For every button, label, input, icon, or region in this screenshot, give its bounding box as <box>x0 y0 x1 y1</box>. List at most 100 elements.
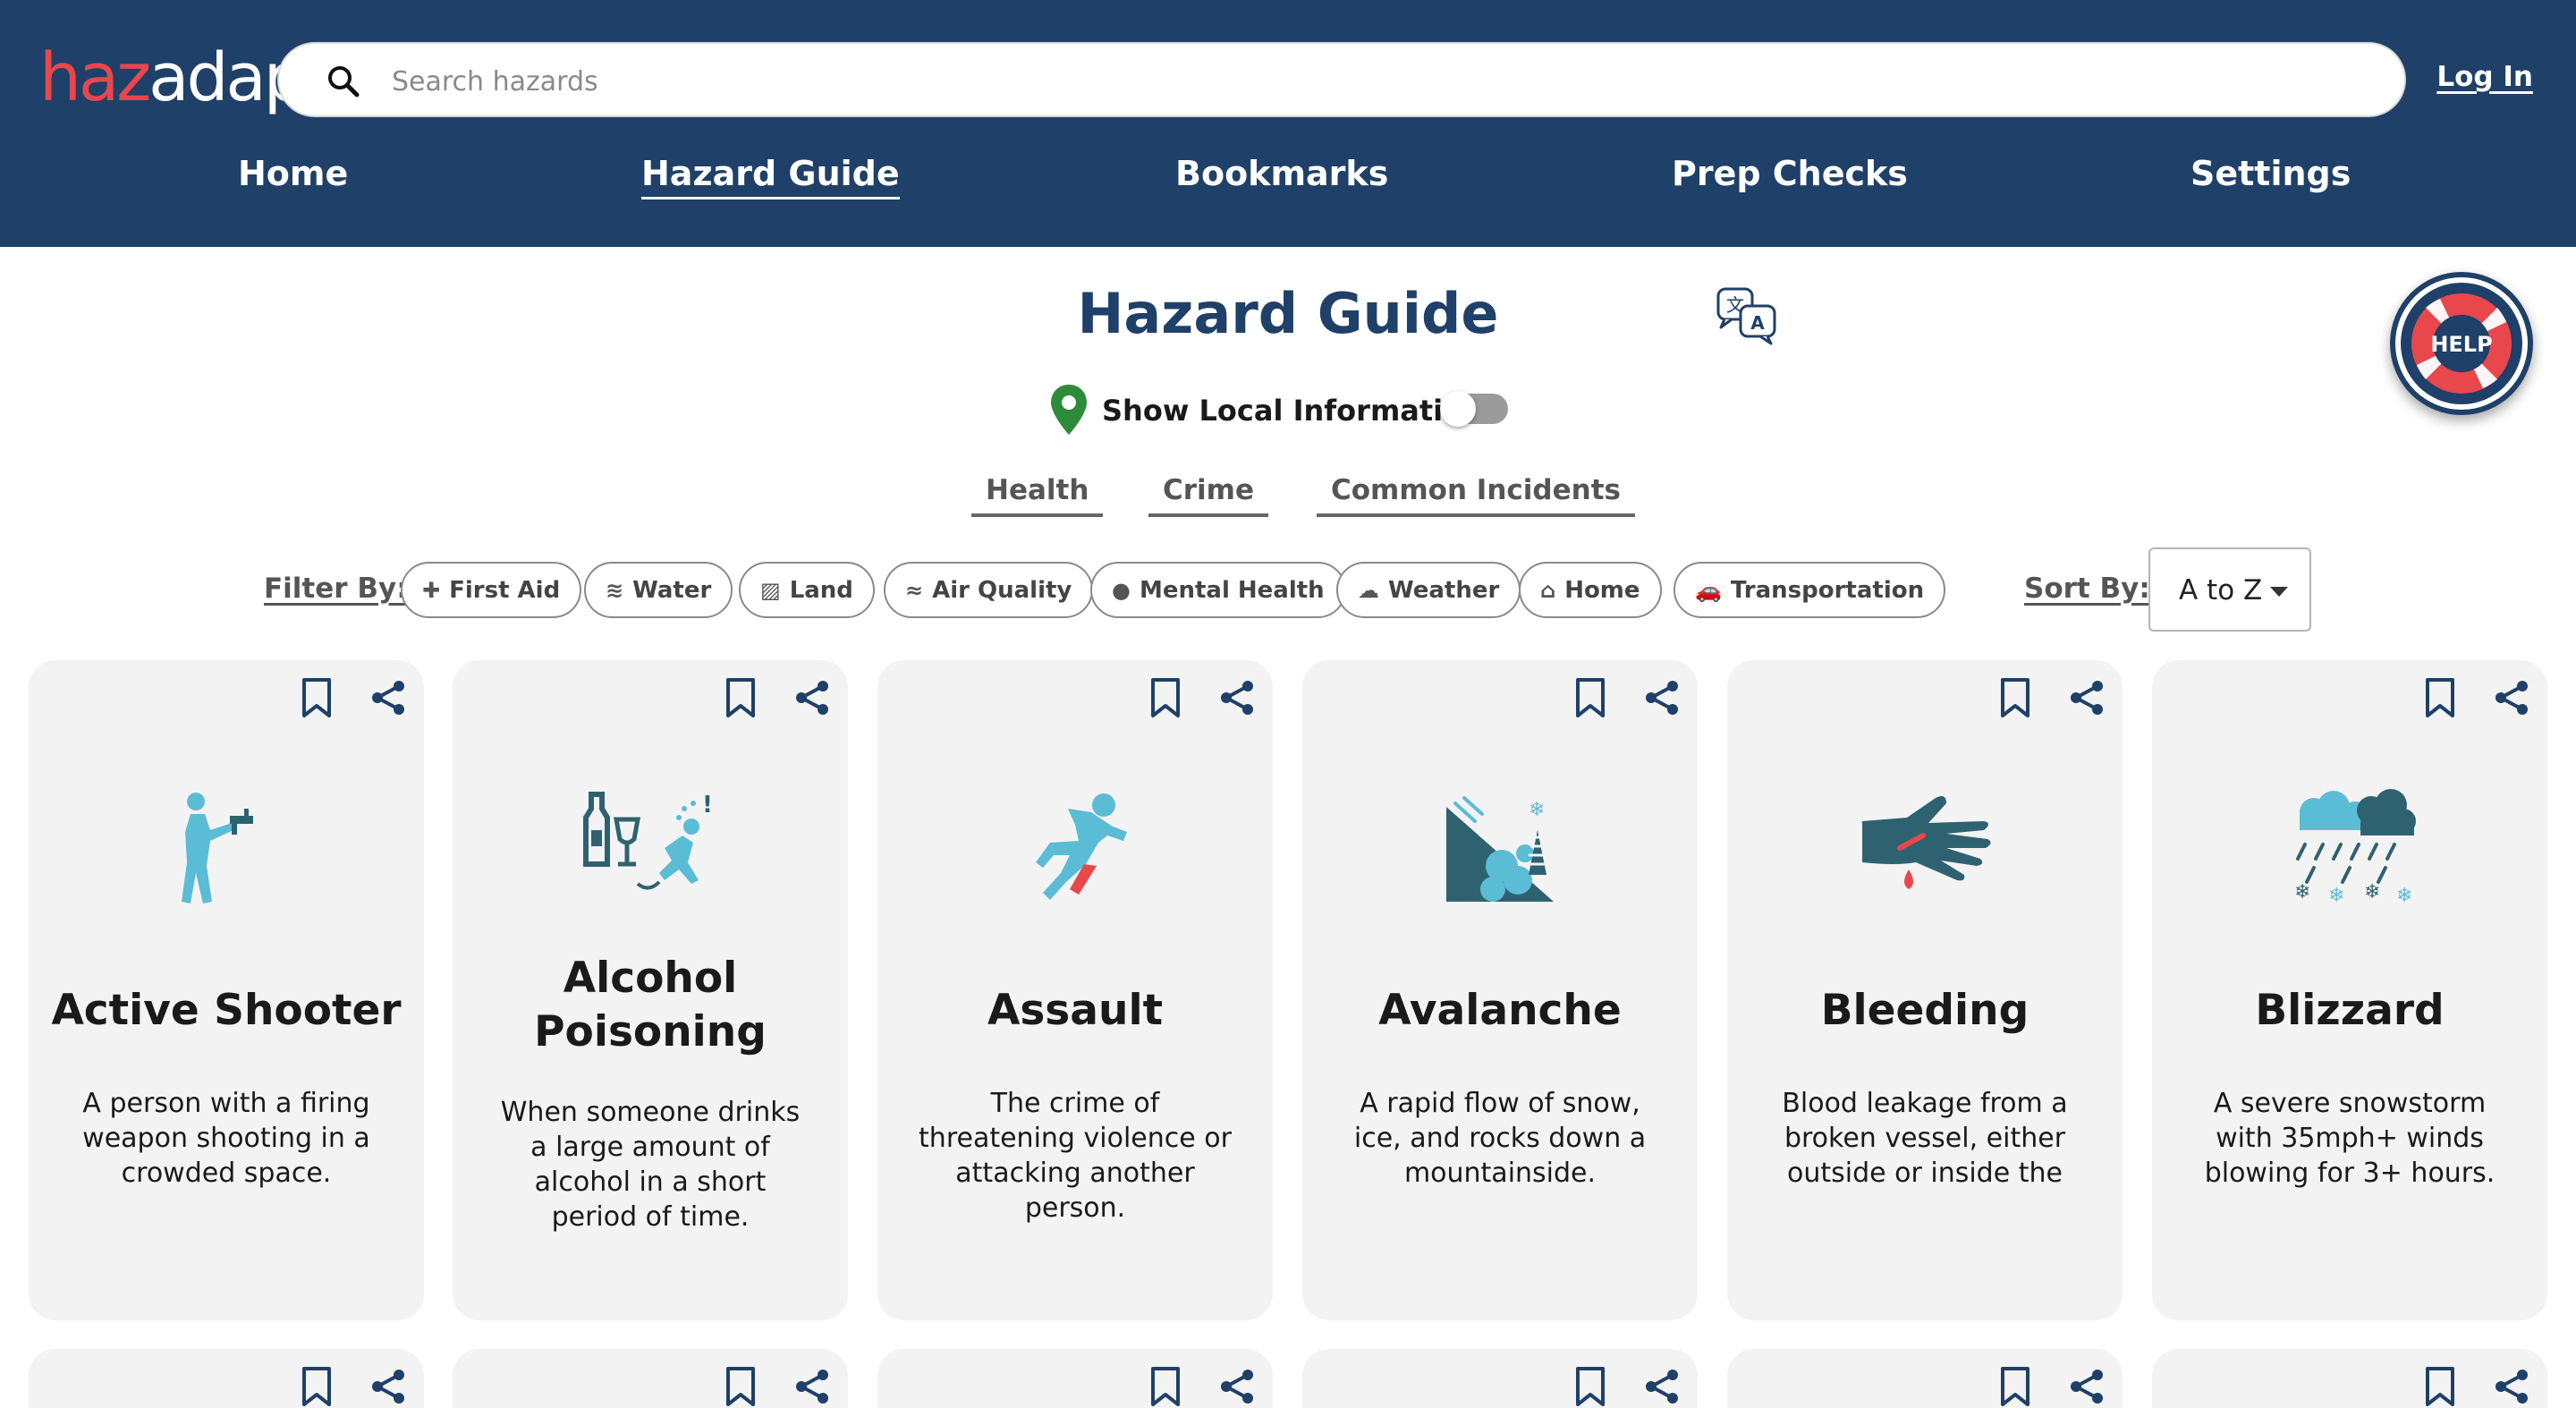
share-icon[interactable] <box>369 1367 408 1406</box>
card-title: Active Shooter <box>51 986 402 1035</box>
main-nav: Home Hazard Guide Bookmarks Prep Checks … <box>0 143 2576 215</box>
bookmark-icon[interactable] <box>2422 1365 2458 1408</box>
chip-label: Water <box>632 576 712 604</box>
alcohol-poisoning-icon: ! <box>583 792 713 890</box>
hazard-card-next-row[interactable] <box>29 1349 424 1408</box>
hazard-card-alcohol-poisoning[interactable]: ! Alcohol Poisoning When someone drinks … <box>453 660 848 1320</box>
home-icon: ⌂ <box>1540 577 1556 603</box>
bleeding-icon <box>1862 796 1991 889</box>
bookmark-icon[interactable] <box>2422 676 2458 719</box>
filter-chip-water[interactable]: ≋ Water <box>584 562 733 618</box>
chip-label: Air Quality <box>932 576 1072 604</box>
hazard-card-assault[interactable]: Assault The crime of threatening violenc… <box>877 660 1273 1320</box>
login-link[interactable]: Log In <box>2436 61 2533 93</box>
bookmark-icon[interactable] <box>1572 676 1608 719</box>
search-input[interactable] <box>392 55 2360 108</box>
bookmark-icon[interactable] <box>299 1365 335 1408</box>
bookmark-icon[interactable] <box>1148 1365 1183 1408</box>
share-icon[interactable] <box>2067 678 2106 717</box>
share-icon[interactable] <box>1217 1367 1257 1406</box>
sort-by-label: Sort By: <box>2024 573 2150 605</box>
caret-down-icon <box>2270 587 2288 597</box>
hazard-card-active-shooter[interactable]: Active Shooter A person with a firing we… <box>29 660 424 1320</box>
local-info-label: Show Local Information <box>1102 394 1483 428</box>
nav-hazard-guide[interactable]: Hazard Guide <box>641 154 900 199</box>
hazard-card-next-row[interactable] <box>877 1349 1273 1408</box>
hazard-card-next-row[interactable] <box>1302 1349 1698 1408</box>
first-aid-icon: ✚ <box>422 577 441 603</box>
share-icon[interactable] <box>2067 1367 2106 1406</box>
mental-health-icon: ● <box>1112 577 1131 603</box>
svg-text:❄: ❄ <box>1529 799 1545 821</box>
card-description: A person with a firing weapon shooting i… <box>82 1088 370 1189</box>
tab-health[interactable]: Health <box>971 474 1104 517</box>
chip-label: Mental Health <box>1139 576 1325 604</box>
share-icon[interactable] <box>2492 1367 2531 1406</box>
translate-icon[interactable]: 文 A <box>1716 286 1778 345</box>
nav-bookmarks[interactable]: Bookmarks <box>1175 154 1388 193</box>
svg-text:A: A <box>1750 312 1765 334</box>
hazard-card-avalanche[interactable]: ❄ Avalanche A rapid flow of snow, ice, a… <box>1302 660 1698 1320</box>
local-info-toggle[interactable] <box>1440 391 1508 427</box>
tab-crime[interactable]: Crime <box>1148 474 1268 517</box>
svg-text:❄: ❄ <box>2328 885 2344 907</box>
bookmark-icon[interactable] <box>723 676 758 719</box>
nav-settings[interactable]: Settings <box>2190 154 2351 193</box>
svg-text:❄: ❄ <box>2364 881 2380 903</box>
land-icon: ▨ <box>760 577 781 603</box>
search-icon[interactable] <box>326 64 361 99</box>
card-title: Bleeding <box>1820 986 2029 1035</box>
hazard-card-next-row[interactable] <box>2152 1349 2547 1408</box>
filter-chip-land[interactable]: ▨ Land <box>739 562 875 618</box>
share-icon[interactable] <box>369 678 408 717</box>
svg-text:❄: ❄ <box>2396 885 2412 907</box>
page-title: Hazard Guide <box>1077 281 1499 346</box>
water-icon: ≋ <box>606 577 624 603</box>
hazard-card-bleeding[interactable]: Bleeding Blood leakage from a broken ves… <box>1727 660 2123 1320</box>
share-icon[interactable] <box>792 1367 832 1406</box>
filter-chip-transportation[interactable]: 🚗 Transportation <box>1674 562 1946 618</box>
share-icon[interactable] <box>1217 678 1257 717</box>
location-pin-icon <box>1051 385 1087 435</box>
sort-value: A to Z <box>2179 574 2263 606</box>
hazard-card-next-row[interactable] <box>1727 1349 2123 1408</box>
sort-select[interactable]: A to Z <box>2148 547 2311 632</box>
blizzard-icon: ❄ ❄ ❄ ❄ <box>2294 789 2416 907</box>
share-icon[interactable] <box>792 678 832 717</box>
svg-text:❄: ❄ <box>2294 881 2310 903</box>
hazard-card-next-row[interactable] <box>453 1349 848 1408</box>
share-icon[interactable] <box>2492 678 2531 717</box>
bookmark-icon[interactable] <box>1572 1365 1608 1408</box>
card-description: The crime of threatening violence or att… <box>919 1088 1232 1224</box>
filter-chip-weather[interactable]: ☁ Weather <box>1336 562 1521 618</box>
filter-chip-mental-health[interactable]: ● Mental Health <box>1090 562 1346 618</box>
filter-by-label: Filter By: <box>264 573 408 605</box>
bookmark-icon[interactable] <box>723 1365 758 1408</box>
bookmark-icon[interactable] <box>1148 676 1183 719</box>
chip-label: Home <box>1564 576 1640 604</box>
share-icon[interactable] <box>1642 678 1682 717</box>
chip-label: Transportation <box>1730 576 1925 604</box>
search-bar[interactable] <box>277 42 2406 117</box>
hazard-card-blizzard[interactable]: ❄ ❄ ❄ ❄ Blizzard A severe snowstorm with… <box>2152 660 2547 1320</box>
bookmark-icon[interactable] <box>299 676 335 719</box>
card-description: A rapid flow of snow, ice, and rocks dow… <box>1353 1088 1647 1189</box>
help-button[interactable]: HELP <box>2390 272 2533 415</box>
filter-chip-air-quality[interactable]: ≈ Air Quality <box>884 562 1094 618</box>
bookmark-icon[interactable] <box>1997 676 2033 719</box>
card-description: A severe snowstorm with 35mph+ winds blo… <box>2204 1088 2496 1189</box>
bookmark-icon[interactable] <box>1997 1365 2033 1408</box>
app-header: hazadapt Log In Home Hazard Guide Bookma… <box>0 0 2576 247</box>
card-title: Avalanche <box>1378 986 1622 1035</box>
chip-label: Weather <box>1388 576 1500 604</box>
chip-label: First Aid <box>449 576 561 604</box>
car-icon: 🚗 <box>1695 577 1722 603</box>
filter-chip-first-aid[interactable]: ✚ First Aid <box>401 562 582 618</box>
nav-home[interactable]: Home <box>238 154 348 193</box>
nav-prep-checks[interactable]: Prep Checks <box>1672 154 1908 193</box>
tab-common-incidents[interactable]: Common Incidents <box>1317 474 1635 517</box>
avalanche-icon: ❄ <box>1446 796 1554 902</box>
filter-chip-home[interactable]: ⌂ Home <box>1519 562 1662 618</box>
share-icon[interactable] <box>1642 1367 1682 1406</box>
svg-text:!: ! <box>702 792 713 819</box>
